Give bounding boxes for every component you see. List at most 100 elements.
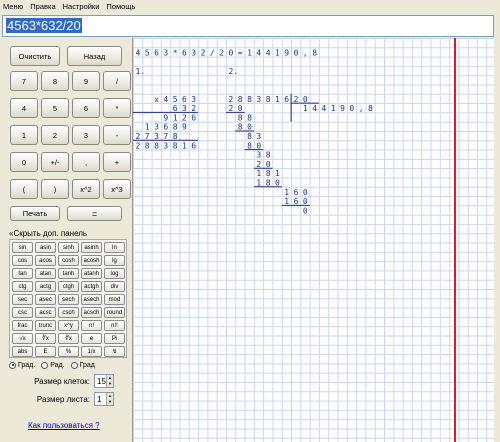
function-button[interactable]: n! — [81, 320, 102, 331]
function-button[interactable]: ctg — [12, 281, 33, 292]
key-comma[interactable]: , — [72, 152, 100, 172]
help-link[interactable]: Как пользоваться ? — [28, 421, 100, 430]
key-minus[interactable]: - — [103, 125, 131, 145]
function-button[interactable]: sinh — [58, 242, 79, 253]
menu-item-edit[interactable]: Правка — [30, 2, 55, 11]
function-button[interactable]: ctgh — [58, 281, 79, 292]
scrollbar[interactable] — [494, 38, 500, 442]
paper-header-digit: 1 — [275, 48, 280, 57]
function-button[interactable]: e — [81, 333, 102, 344]
key-open-paren[interactable]: ( — [10, 179, 38, 199]
paper-header-digit: = — [238, 48, 243, 57]
function-button[interactable]: ln — [104, 242, 125, 253]
dividend-digit: 3 — [256, 95, 261, 104]
radio-grads[interactable] — [70, 361, 78, 369]
menu-item-menu[interactable]: Меню — [3, 2, 23, 11]
key-9[interactable]: 9 — [72, 71, 100, 91]
key-5[interactable]: 5 — [41, 98, 69, 118]
key-3[interactable]: 3 — [72, 125, 100, 145]
function-button[interactable]: trunc — [35, 320, 56, 331]
key-8[interactable]: 8 — [41, 71, 69, 91]
function-button[interactable]: actgh — [81, 281, 102, 292]
key-cube[interactable]: x^3 — [103, 179, 131, 199]
function-button[interactable]: actg — [35, 281, 56, 292]
function-button[interactable]: ∜x — [58, 333, 79, 344]
function-button[interactable]: asech — [81, 294, 102, 305]
key-close-paren[interactable]: ) — [41, 179, 69, 199]
function-button[interactable]: atan — [35, 268, 56, 279]
key-4[interactable]: 4 — [10, 98, 38, 118]
function-button[interactable]: csc — [12, 307, 33, 318]
spin-down-icon[interactable]: ▼ — [107, 381, 113, 387]
key-2[interactable]: 2 — [41, 125, 69, 145]
function-button[interactable]: tan — [12, 268, 33, 279]
function-button[interactable]: lg — [104, 255, 125, 266]
multiply-sign: x — [154, 95, 159, 104]
key-square[interactable]: x^2 — [72, 179, 100, 199]
function-button[interactable]: x^y — [58, 320, 79, 331]
paper-header-digit: 5 — [145, 48, 150, 57]
function-button[interactable]: abs — [12, 346, 33, 357]
function-button[interactable]: frac — [12, 320, 33, 331]
division-step-digit: 3 — [256, 132, 261, 141]
division-step-digit: 3 — [256, 151, 261, 160]
function-button[interactable]: asinh — [81, 242, 102, 253]
radio-radians[interactable] — [41, 361, 49, 369]
multiplier-digit: 2 — [191, 104, 196, 113]
function-button[interactable]: acsch — [81, 307, 102, 318]
key-6[interactable]: 6 — [72, 98, 100, 118]
function-button[interactable]: acosh — [81, 255, 102, 266]
key-multiply[interactable]: * — [103, 98, 131, 118]
division-step-digit: 8 — [247, 113, 252, 122]
function-button[interactable]: atanh — [81, 268, 102, 279]
function-button[interactable]: asec — [35, 294, 56, 305]
divisor-digit: 0 — [303, 95, 308, 104]
menu-bar: Меню Правка Настройки Помощь — [0, 0, 500, 13]
print-button[interactable]: Печать — [10, 206, 60, 221]
function-button[interactable]: cos — [12, 255, 33, 266]
equals-button[interactable]: = — [67, 206, 122, 221]
key-plus-minus[interactable]: +/- — [41, 152, 69, 172]
function-button[interactable]: log — [104, 268, 125, 279]
function-button[interactable]: % — [58, 346, 79, 357]
function-button[interactable]: ∛x — [35, 333, 56, 344]
sheet-size-spinner[interactable]: 1 ▲ ▼ — [94, 392, 114, 406]
cell-size-spinner[interactable]: 15 ▲ ▼ — [94, 374, 114, 388]
function-button[interactable]: √x — [12, 333, 33, 344]
function-button[interactable]: sin — [12, 242, 33, 253]
menu-item-help[interactable]: Помощь — [106, 2, 135, 11]
key-0[interactable]: 0 — [10, 152, 38, 172]
function-button[interactable]: round — [104, 307, 125, 318]
function-button[interactable]: E — [35, 346, 56, 357]
function-button[interactable]: mod — [104, 294, 125, 305]
function-button[interactable]: 1/x — [81, 346, 102, 357]
function-button[interactable]: n!! — [104, 320, 125, 331]
partial-product-digit: 1 — [145, 123, 150, 132]
function-button[interactable]: cosh — [58, 255, 79, 266]
key-1[interactable]: 1 — [10, 125, 38, 145]
function-button[interactable]: csch — [58, 307, 79, 318]
spin-down-icon[interactable]: ▼ — [107, 399, 113, 405]
function-button[interactable]: div — [104, 281, 125, 292]
menu-item-settings[interactable]: Настройки — [63, 2, 100, 11]
toggle-extra-panel[interactable]: « Скрыть доп. панель — [9, 227, 127, 239]
division-step-digit: 0 — [266, 160, 271, 169]
key-7[interactable]: 7 — [10, 71, 38, 91]
function-button[interactable]: sec — [12, 294, 33, 305]
division-step-digit: 8 — [247, 132, 252, 141]
function-button[interactable]: ↯ — [104, 346, 125, 357]
back-button[interactable]: Назад — [67, 46, 122, 66]
clear-button[interactable]: Очистить — [10, 46, 60, 66]
function-button[interactable]: acsc — [35, 307, 56, 318]
function-button[interactable]: asin — [35, 242, 56, 253]
division-step-digit: 8 — [238, 123, 243, 132]
key-plus[interactable]: + — [103, 152, 131, 172]
key-divide[interactable]: / — [103, 71, 131, 91]
function-button[interactable]: Pi — [104, 333, 125, 344]
function-button[interactable]: tanh — [58, 268, 79, 279]
expression-input[interactable]: 4563*632/20 — [2, 15, 494, 37]
function-button[interactable]: acos — [35, 255, 56, 266]
function-button[interactable]: sech — [58, 294, 79, 305]
radio-degrees[interactable] — [9, 361, 16, 369]
quotient-digit: 4 — [322, 104, 327, 113]
